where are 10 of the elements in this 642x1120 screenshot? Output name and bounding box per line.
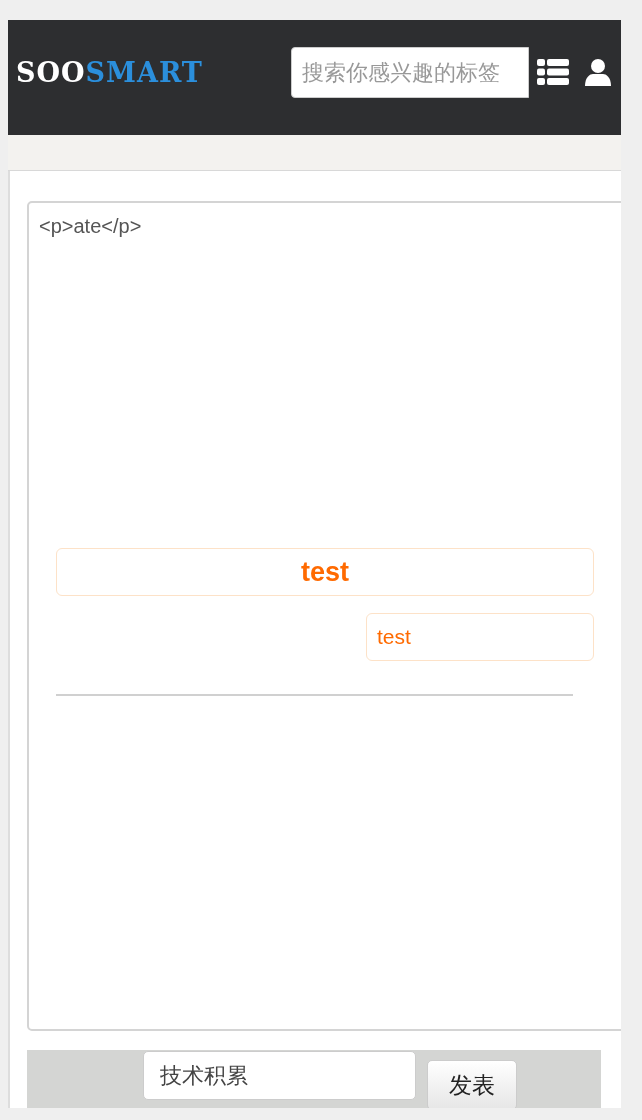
category-field[interactable]: 技术积累 (143, 1051, 416, 1100)
tag-text: test (366, 613, 594, 661)
list-icon[interactable] (537, 59, 569, 85)
logo[interactable]: SOOSMART (16, 57, 203, 88)
title-text: test (56, 548, 594, 596)
editor-text: <p>ate</p> (39, 215, 143, 238)
search-field[interactable]: 搜索你感兴趣的标签 (291, 47, 529, 98)
submit-button[interactable]: 发表 (427, 1060, 517, 1108)
user-icon[interactable] (585, 59, 611, 86)
editor-area[interactable]: <p>ate</p> test test (27, 201, 621, 1031)
